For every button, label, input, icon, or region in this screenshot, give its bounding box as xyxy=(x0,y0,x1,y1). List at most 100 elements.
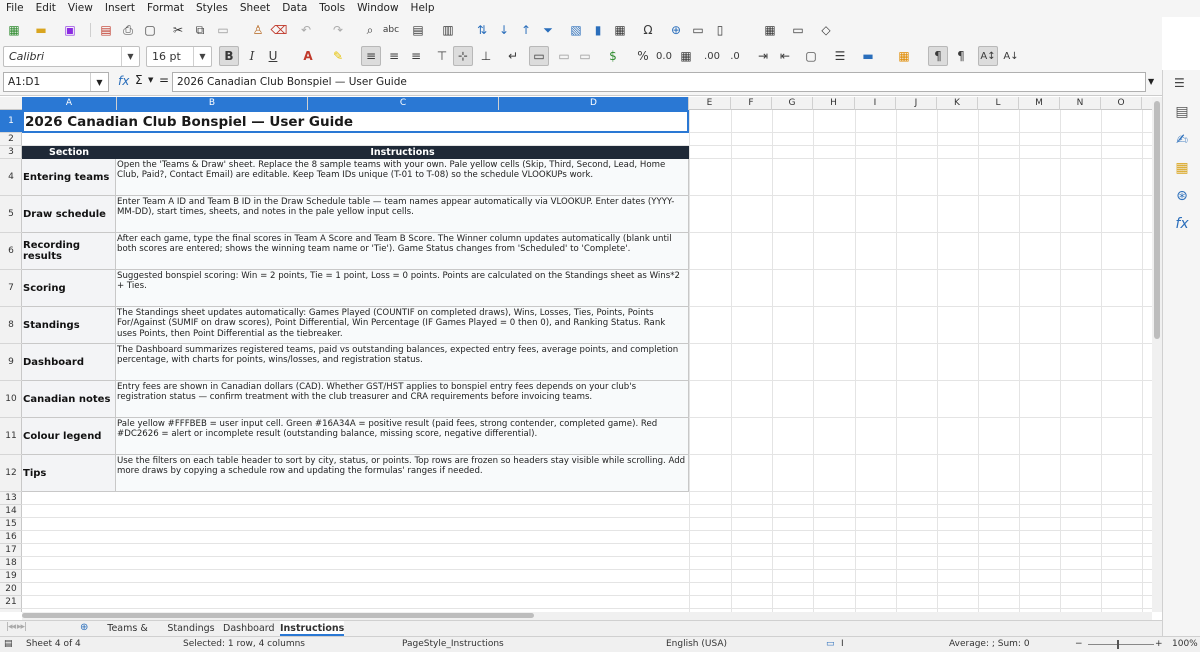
instruction-cell[interactable]: The Standings sheet updates automaticall… xyxy=(116,307,689,344)
conditional-format-icon[interactable]: ▦ xyxy=(896,48,912,64)
menu-icon[interactable]: ☰ xyxy=(1174,76,1185,90)
function-wizard-icon[interactable]: fx xyxy=(118,74,129,88)
instruction-cell[interactable]: Open the 'Teams & Draw' sheet. Replace t… xyxy=(116,159,689,196)
section-cell[interactable]: Standings xyxy=(22,307,116,344)
merge-center-icon[interactable]: ▭ xyxy=(529,46,549,66)
vertical-text-icon[interactable]: A↓ xyxy=(1003,48,1019,64)
row-header-15[interactable]: 15 xyxy=(0,518,22,531)
add-decimal-icon[interactable]: .00 xyxy=(704,48,720,64)
date-format-icon[interactable]: ▦ xyxy=(678,48,694,64)
instructions-header[interactable]: Instructions xyxy=(116,146,689,159)
align-bottom-icon[interactable]: ⊥ xyxy=(478,48,494,64)
menu-item-insert[interactable]: Insert xyxy=(99,0,141,17)
add-sheet-icon[interactable]: ⊕ xyxy=(80,622,88,633)
decrease-indent-icon[interactable]: ⇤ xyxy=(777,48,793,64)
gallery-icon[interactable]: ▦ xyxy=(1174,160,1190,176)
instruction-cell[interactable]: After each game, type the final scores i… xyxy=(116,233,689,270)
delete-decimal-icon[interactable]: .0 xyxy=(727,48,743,64)
increase-indent-icon[interactable]: ⇥ xyxy=(755,48,771,64)
borders-icon[interactable]: ▢ xyxy=(803,48,819,64)
menu-item-data[interactable]: Data xyxy=(276,0,313,17)
row-header-16[interactable]: 16 xyxy=(0,531,22,544)
row-header-21[interactable]: 21 xyxy=(0,596,22,609)
properties-icon[interactable]: ▤ xyxy=(1174,104,1190,120)
chevron-down-icon[interactable]: ▼ xyxy=(90,73,108,91)
row-header-6[interactable]: 6 xyxy=(0,233,22,270)
text-direction-icon[interactable]: A↕ xyxy=(978,46,998,66)
column-header-k[interactable]: K xyxy=(937,97,978,110)
open-folder-icon[interactable]: ▬ xyxy=(33,22,49,38)
column-header-l[interactable]: L xyxy=(978,97,1019,110)
section-cell[interactable]: Draw schedule xyxy=(22,196,116,233)
clear-formatting-icon[interactable]: ⌫ xyxy=(271,22,288,38)
styles-icon[interactable]: ✍ xyxy=(1174,132,1190,148)
align-center-icon[interactable]: ≡ xyxy=(386,48,402,64)
show-draw-functions-icon[interactable]: ◇ xyxy=(818,22,834,38)
zoom-slider[interactable] xyxy=(1088,644,1154,645)
border-style-icon[interactable]: ☰ xyxy=(832,48,848,64)
redo-icon[interactable]: ↷ xyxy=(330,22,346,38)
row-header-5[interactable]: 5 xyxy=(0,196,22,233)
row-header-10[interactable]: 10 xyxy=(0,381,22,418)
row-header-1[interactable]: 1 xyxy=(0,110,22,133)
print-icon[interactable]: ⎙ xyxy=(120,22,136,38)
column-header-m[interactable]: M xyxy=(1019,97,1060,110)
equals-icon[interactable]: = xyxy=(159,73,169,87)
border-color-icon[interactable]: ▬ xyxy=(860,48,876,64)
autofilter-icon[interactable]: ⏷ xyxy=(540,22,556,38)
column-header-o[interactable]: O xyxy=(1101,97,1142,110)
zoom-level[interactable]: 100% xyxy=(1172,639,1198,649)
align-top-icon[interactable]: ⊤ xyxy=(434,48,450,64)
percent-format-icon[interactable]: % xyxy=(635,48,651,64)
export-pdf-icon[interactable]: ▤ xyxy=(98,22,114,38)
menu-item-view[interactable]: View xyxy=(62,0,99,17)
instruction-cell[interactable]: Entry fees are shown in Canadian dollars… xyxy=(116,381,689,418)
chevron-down-icon[interactable]: ▼ xyxy=(121,47,139,66)
row-header-12[interactable]: 12 xyxy=(0,455,22,492)
row-header-18[interactable]: 18 xyxy=(0,557,22,570)
column-header-g[interactable]: G xyxy=(772,97,813,110)
row-header-9[interactable]: 9 xyxy=(0,344,22,381)
bold-icon[interactable]: B xyxy=(219,46,239,66)
freeze-rows-columns-icon[interactable]: ▦ xyxy=(762,22,778,38)
navigator-icon[interactable]: ⊛ xyxy=(1174,188,1190,204)
section-cell[interactable]: Tips xyxy=(22,455,116,492)
horizontal-scrollbar[interactable] xyxy=(22,612,1152,620)
section-cell[interactable]: Recording results xyxy=(22,233,116,270)
find-replace-icon[interactable]: ⌕ xyxy=(362,22,378,38)
spreadsheet-grid[interactable]: 2026 Canadian Club Bonspiel — User Guide… xyxy=(22,110,1152,612)
row-header-7[interactable]: 7 xyxy=(0,270,22,307)
menu-item-help[interactable]: Help xyxy=(405,0,441,17)
row-header-19[interactable]: 19 xyxy=(0,570,22,583)
unmerge-cells-icon[interactable]: ▭ xyxy=(577,48,593,64)
cut-icon[interactable]: ✂ xyxy=(170,22,186,38)
tab-teams-draw[interactable]: Teams & Draw xyxy=(96,621,159,649)
column-header-f[interactable]: F xyxy=(731,97,772,110)
row-header-3[interactable]: 3 xyxy=(0,146,22,159)
menu-item-sheet[interactable]: Sheet xyxy=(234,0,276,17)
selection-mode-icon[interactable]: ▭ xyxy=(826,639,835,649)
horizontal-scroll-thumb[interactable] xyxy=(22,613,534,618)
tab-instructions[interactable]: Instructions xyxy=(280,621,344,636)
column-header-b[interactable]: B xyxy=(117,97,308,110)
chevron-down-icon[interactable]: ▼ xyxy=(193,47,211,66)
formula-input[interactable]: 2026 Canadian Club Bonspiel — User Guide xyxy=(172,72,1146,92)
column-header-d[interactable]: D xyxy=(499,97,689,110)
sheet-title-cell[interactable]: 2026 Canadian Club Bonspiel — User Guide xyxy=(22,110,689,133)
align-right-icon[interactable]: ≡ xyxy=(408,48,424,64)
section-cell[interactable]: Colour legend xyxy=(22,418,116,455)
column-header-a[interactable]: A xyxy=(22,97,117,110)
merge-cells-icon[interactable]: ▭ xyxy=(556,48,572,64)
row-header-11[interactable]: 11 xyxy=(0,418,22,455)
number-format-icon[interactable]: 0.0 xyxy=(656,48,672,64)
name-box[interactable]: A1:D1 ▼ xyxy=(3,72,109,92)
section-cell[interactable]: Entering teams xyxy=(22,159,116,196)
column-header-j[interactable]: J xyxy=(896,97,937,110)
insert-chart-icon[interactable]: ▮ xyxy=(590,22,606,38)
menu-item-format[interactable]: Format xyxy=(141,0,190,17)
zoom-in-icon[interactable]: + xyxy=(1155,639,1163,649)
menu-item-window[interactable]: Window xyxy=(351,0,404,17)
vertical-scrollbar[interactable] xyxy=(1152,97,1162,612)
tab-dashboard[interactable]: Dashboard xyxy=(223,621,275,636)
font-name-combo[interactable]: Calibri ▼ xyxy=(3,46,140,67)
